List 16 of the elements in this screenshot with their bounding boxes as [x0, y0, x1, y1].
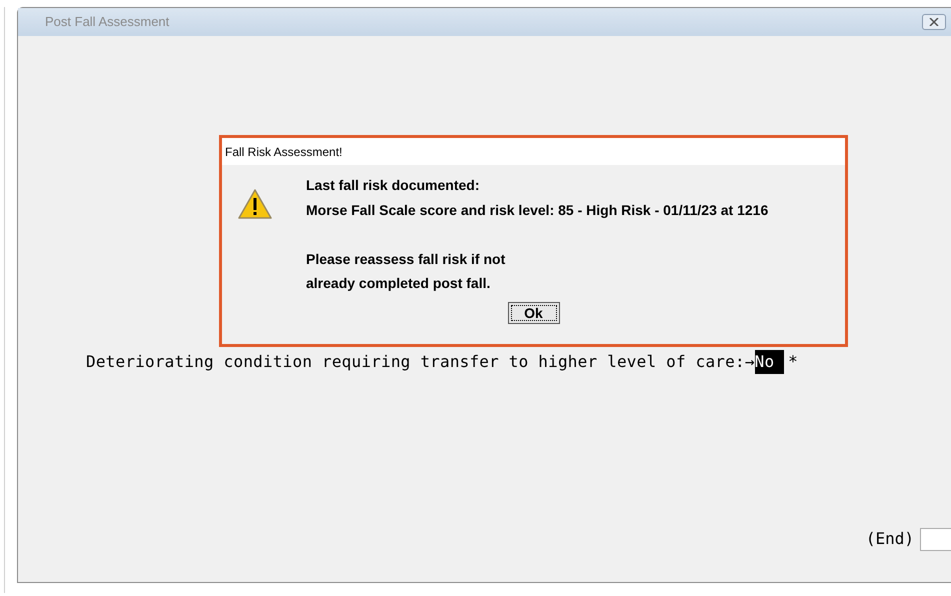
dialog-title: Fall Risk Assessment!	[225, 144, 342, 160]
ok-button[interactable]: Ok	[508, 302, 560, 324]
close-button[interactable]	[922, 14, 946, 30]
message-text: Last fall risk documented:	[306, 176, 480, 195]
end-label: (End)	[866, 528, 914, 550]
arrow-icon: →	[744, 350, 755, 374]
close-icon	[929, 18, 939, 26]
end-field[interactable]	[920, 528, 951, 550]
message-text: Morse Fall Scale score and risk level: 85 - High Risk - 01/11/23 at 1216	[306, 200, 768, 220]
warning-icon	[238, 189, 272, 219]
answer-field[interactable]: No	[754, 350, 784, 374]
message-text: already completed post fall.	[306, 274, 492, 293]
prompt-label: Deteriorating condition requiring transfer to higher level of care:	[86, 351, 745, 373]
required-mark: *	[788, 351, 798, 373]
window-title: Post Fall Assessment	[45, 13, 170, 32]
message-text: Please reassess fall risk if not	[306, 250, 506, 268]
